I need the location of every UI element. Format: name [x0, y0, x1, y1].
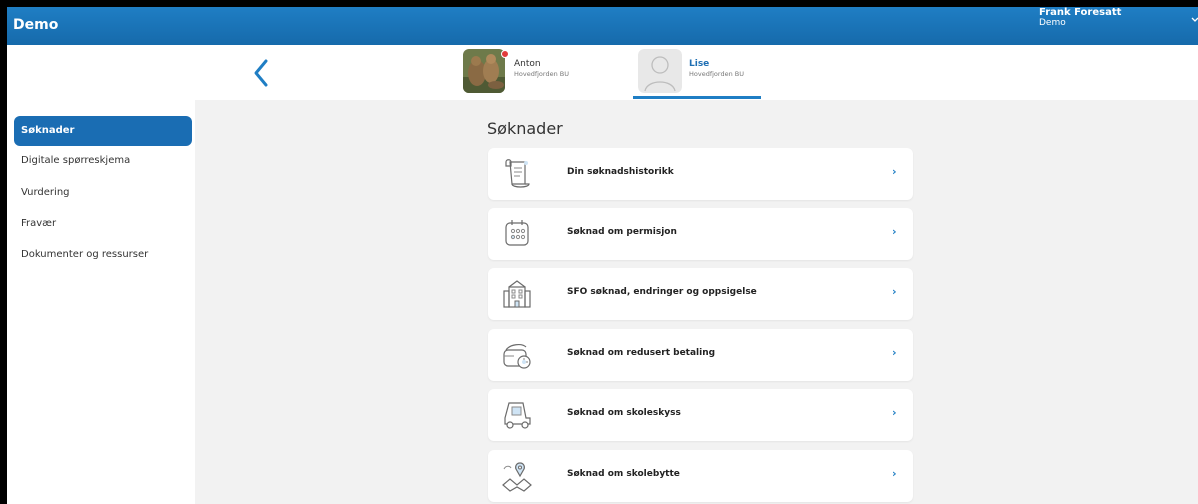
card-skoleskyss[interactable]: Søknad om skoleskyss › — [488, 389, 913, 441]
main-content: Søknader Din søknadshistorikk › Søknad o… — [195, 100, 1198, 504]
card-label: Søknad om skolebytte — [567, 469, 680, 479]
child-name: Lise — [689, 59, 710, 69]
top-bar: Demo Frank Foresatt Demo — [7, 7, 1198, 45]
avatar — [463, 49, 505, 93]
user-org: Demo — [1039, 18, 1066, 28]
app-title: Demo — [13, 17, 59, 33]
back-button[interactable] — [251, 55, 275, 91]
sidebar-item-soknader[interactable]: Søknader — [14, 116, 192, 146]
chevron-left-icon — [254, 59, 268, 87]
school-building-icon — [503, 280, 531, 308]
child-tab-anton[interactable]: Anton Hovedfjorden BU — [463, 49, 605, 99]
avatar-placeholder-icon — [638, 49, 682, 93]
child-selector: Anton Hovedfjorden BU Lise Hovedfjorden … — [7, 45, 1198, 100]
sidebar-item-digitale-sporreskjema[interactable]: Digitale spørreskjema — [14, 146, 192, 176]
child-school: Hovedfjorden BU — [514, 70, 569, 78]
card-permisjon[interactable]: Søknad om permisjon › — [488, 208, 913, 260]
card-label: SFO søknad, endringer og oppsigelse — [567, 287, 757, 297]
child-tab-lise[interactable]: Lise Hovedfjorden BU — [633, 49, 761, 99]
map-pin-icon — [502, 462, 532, 492]
sidebar-item-dokumenter[interactable]: Dokumenter og ressurser — [14, 240, 192, 270]
chevron-right-icon: › — [892, 406, 897, 419]
card-sfo[interactable]: SFO søknad, endringer og oppsigelse › — [488, 268, 913, 320]
card-soknadshistorikk[interactable]: Din søknadshistorikk › — [488, 148, 913, 200]
card-label: Søknad om permisjon — [567, 227, 677, 237]
sidebar-item-fravaer[interactable]: Fravær — [14, 209, 192, 239]
card-redusert-betaling[interactable]: Søknad om redusert betaling › — [488, 329, 913, 381]
scroll-icon — [505, 159, 530, 188]
chevron-right-icon: › — [892, 467, 897, 480]
sidebar: Søknader Digitale spørreskjema Vurdering… — [7, 100, 195, 504]
chevron-right-icon: › — [892, 165, 897, 178]
user-menu[interactable]: Frank Foresatt Demo — [1039, 7, 1121, 29]
chevron-right-icon: › — [892, 346, 897, 359]
user-name: Frank Foresatt — [1039, 7, 1122, 18]
card-skolebytte[interactable]: Søknad om skolebytte › — [488, 450, 913, 502]
card-label: Din søknadshistorikk — [567, 167, 674, 177]
child-school: Hovedfjorden BU — [689, 70, 744, 78]
bus-icon — [504, 402, 531, 429]
child-name: Anton — [514, 59, 541, 69]
notification-badge — [501, 50, 509, 58]
card-label: Søknad om skoleskyss — [567, 408, 681, 418]
card-label: Søknad om redusert betaling — [567, 348, 716, 358]
sidebar-item-vurdering[interactable]: Vurdering — [14, 178, 192, 208]
wallet-icon — [503, 344, 531, 369]
calendar-icon — [505, 220, 529, 246]
page-title: Søknader — [487, 119, 563, 138]
chevron-down-icon[interactable] — [1191, 16, 1198, 26]
chevron-right-icon: › — [892, 285, 897, 298]
app-window: Demo Frank Foresatt Demo Anton Hovedfjor… — [0, 0, 1198, 504]
chevron-right-icon: › — [892, 225, 897, 238]
